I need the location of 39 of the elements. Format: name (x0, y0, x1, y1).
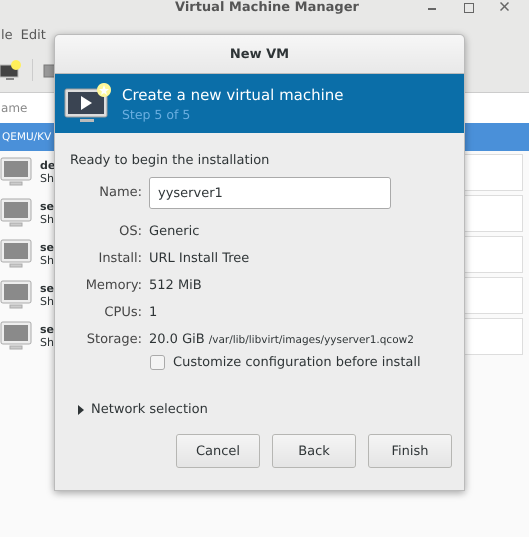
network-expander[interactable]: Network selection (78, 402, 208, 417)
new-vm-icon[interactable] (0, 59, 22, 81)
window-title: Virtual Machine Manager (175, 0, 359, 15)
menu-item[interactable]: le (1, 28, 13, 42)
vm-name: se (40, 241, 56, 254)
vm-status: Sh (40, 254, 55, 267)
field-value: 1 (149, 305, 158, 320)
vm-name: se (40, 323, 56, 336)
vm-status: Sh (40, 336, 55, 349)
field-label: Storage: (86, 331, 142, 349)
dialog-title: New VM (230, 46, 290, 62)
menu-item[interactable]: Edit (20, 28, 46, 42)
field-label: Install: (97, 250, 142, 268)
dialog-button[interactable]: Back (272, 434, 356, 468)
vm-status: Sh (40, 172, 55, 185)
wizard-step: Step 5 of 5 (122, 106, 344, 122)
field-label: Name: (98, 184, 142, 202)
field-label: CPUs: (103, 304, 142, 322)
field-value: 20.0 GiB (149, 332, 205, 347)
column-header: ame (1, 101, 28, 115)
vm-status: Sh (40, 295, 55, 308)
vm-status: Sh (40, 213, 55, 226)
dialog-button[interactable]: Finish (368, 434, 452, 468)
field-value: URL Install Tree (149, 251, 250, 266)
checkbox[interactable] (150, 355, 165, 370)
checkbox-label: Customize configuration before install (173, 355, 421, 370)
maximize-icon[interactable] (464, 3, 474, 13)
intro-text: Ready to begin the installation (70, 153, 270, 168)
field-value: 512 MiB (149, 278, 202, 293)
storage-path: /var/lib/libvirt/images/yyserver1.qcow2 (208, 334, 414, 346)
field-label: OS: (118, 223, 142, 241)
field-label: Memory: (84, 277, 142, 295)
vm-name: se (40, 282, 56, 295)
name-field[interactable]: yyserver1 (149, 177, 391, 209)
field-value: Generic (149, 224, 200, 239)
wizard-heading: Create a new virtual machine (122, 86, 344, 104)
dialog-button[interactable]: Cancel (176, 434, 260, 468)
close-icon[interactable] (500, 2, 509, 11)
vm-name: se (40, 200, 56, 213)
